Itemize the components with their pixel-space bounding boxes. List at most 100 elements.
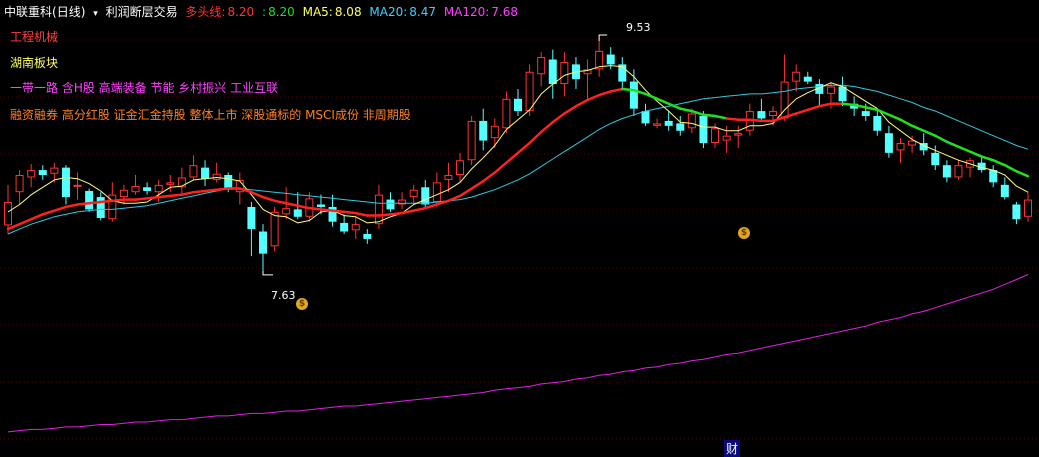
candle-body-up xyxy=(896,143,905,151)
dtx-line-bull xyxy=(818,102,833,108)
candle-body-down xyxy=(629,81,638,109)
low-pointer xyxy=(262,270,273,276)
dtx-line-bull xyxy=(342,210,357,215)
candle-body-up xyxy=(792,71,801,82)
candle-body-down xyxy=(548,59,557,85)
dtx-line-bear xyxy=(679,107,694,113)
indicator-name[interactable]: 利润断层交易 xyxy=(106,5,178,19)
ma5-value: 8.08 xyxy=(334,5,362,19)
dtx-line-bull xyxy=(609,87,624,93)
dtx-line-bull xyxy=(794,108,810,115)
dtx-line-bull xyxy=(516,141,531,155)
chart-header: 中联重科(日线) ▾ 利润断层交易 多头线: 8.20 :8.20 MA5: 8.0… xyxy=(4,3,522,20)
candle-body-up xyxy=(826,86,835,94)
candle-body-up xyxy=(27,170,36,178)
candle-body-up xyxy=(734,133,743,136)
dtx-line-bull xyxy=(389,211,404,216)
dtx-line-bull xyxy=(551,112,566,124)
candle-body-up xyxy=(444,174,453,180)
industry-tag: 工程机械 xyxy=(10,30,59,44)
stock-name: 中联重科 xyxy=(4,5,53,19)
candle-body-up xyxy=(154,184,163,193)
candle-body-up xyxy=(432,182,441,203)
dtx-line-bull xyxy=(621,87,636,92)
candle-body-up xyxy=(177,177,186,188)
concept-tags: 一带一路 含H股 高端装备 节能 乡村振兴 工业互联 xyxy=(10,81,279,95)
candle-body-down xyxy=(606,54,615,65)
dtx-line-bear xyxy=(713,114,728,120)
money-bag-icon[interactable]: $ xyxy=(738,227,750,239)
candle-body-up xyxy=(409,189,418,198)
candle-body-up xyxy=(711,128,720,144)
dtx-line-bull xyxy=(319,208,334,212)
candle-body-up xyxy=(166,182,175,185)
candle-body-down xyxy=(1000,184,1009,198)
high-price-label: 9.53 xyxy=(626,21,651,34)
dtx-line-bull xyxy=(771,115,786,123)
dtx-line-bear xyxy=(644,92,659,101)
dtx-line-bull xyxy=(261,195,276,203)
dtx-line-bull xyxy=(493,161,508,174)
dtx-line-bear xyxy=(934,134,949,144)
dtx-line-bull xyxy=(111,198,126,203)
candle-body-down xyxy=(861,111,870,117)
candle-body-up xyxy=(1024,199,1032,217)
dtx-line-bull xyxy=(481,171,497,183)
candle-body-up xyxy=(490,125,499,139)
candle-body-up xyxy=(687,113,696,129)
dtx-line-bull xyxy=(18,217,33,226)
candle-body-up xyxy=(119,189,128,198)
dtx-line-bear xyxy=(980,155,995,162)
candle-body-down xyxy=(340,222,349,232)
candle-body-down xyxy=(989,170,998,183)
ma120-label: MA120: xyxy=(443,5,490,19)
finance-event-marker[interactable]: 财 xyxy=(724,440,741,457)
candle-body-down xyxy=(699,116,708,144)
dtx-line-bull xyxy=(308,206,323,211)
dtx-line-bull xyxy=(331,209,346,214)
candle-body-up xyxy=(189,165,198,178)
dtx-line-bull xyxy=(806,104,821,112)
dtx-line-bull xyxy=(99,199,114,204)
dtx-line-bull xyxy=(354,211,369,217)
candle-body-down xyxy=(676,123,685,131)
candle-body-up xyxy=(73,184,82,187)
candle-body-down xyxy=(85,190,94,210)
candle-body-down xyxy=(664,120,673,126)
candle-body-up xyxy=(50,167,59,174)
candle-body-down xyxy=(143,187,152,191)
dtx-line-bear xyxy=(1003,163,1018,173)
dtx-green-value: 8.20 xyxy=(268,5,295,19)
low-price-label: 7.63 xyxy=(271,289,296,302)
dtx-line-bear xyxy=(702,113,717,118)
dtx-line-bull xyxy=(586,93,601,102)
dtx-line-bear xyxy=(1015,170,1030,178)
dtx-line-bull xyxy=(458,187,473,198)
candle-body-down xyxy=(942,165,951,178)
money-bag-icon[interactable]: $ xyxy=(296,298,308,310)
candle-body-up xyxy=(270,211,279,247)
kline-chart[interactable] xyxy=(0,0,1039,455)
ma20-label: MA20: xyxy=(369,5,408,19)
dtx-line-bull xyxy=(539,120,555,134)
dtx-line-bull xyxy=(145,195,160,200)
candle-body-down xyxy=(514,98,522,112)
dtx-line-bear xyxy=(957,145,972,153)
style-tags: 融资融券 高分红股 证金汇金持股 整体上市 深股通标的 MSCI成份 非周期股 xyxy=(10,108,411,122)
candle-body-up xyxy=(560,61,569,85)
candle-body-up xyxy=(769,111,777,117)
candle-body-down xyxy=(931,152,940,166)
dtx-line-bull xyxy=(574,98,589,108)
candle-body-down xyxy=(247,206,256,230)
ma120-line xyxy=(7,274,1029,433)
candle-body-up xyxy=(467,120,476,161)
candle-body-down xyxy=(1012,204,1021,220)
candle-body-down xyxy=(421,187,430,205)
dtx-line-bear xyxy=(968,150,983,158)
dtx-line-bull xyxy=(192,189,207,194)
collapse-icon[interactable]: ▾ xyxy=(93,9,98,19)
dtx-line-bull xyxy=(180,190,195,196)
candle-body-up xyxy=(502,98,511,129)
dtx-line-bear xyxy=(922,129,937,137)
ma5-label: MA5: xyxy=(302,5,333,19)
